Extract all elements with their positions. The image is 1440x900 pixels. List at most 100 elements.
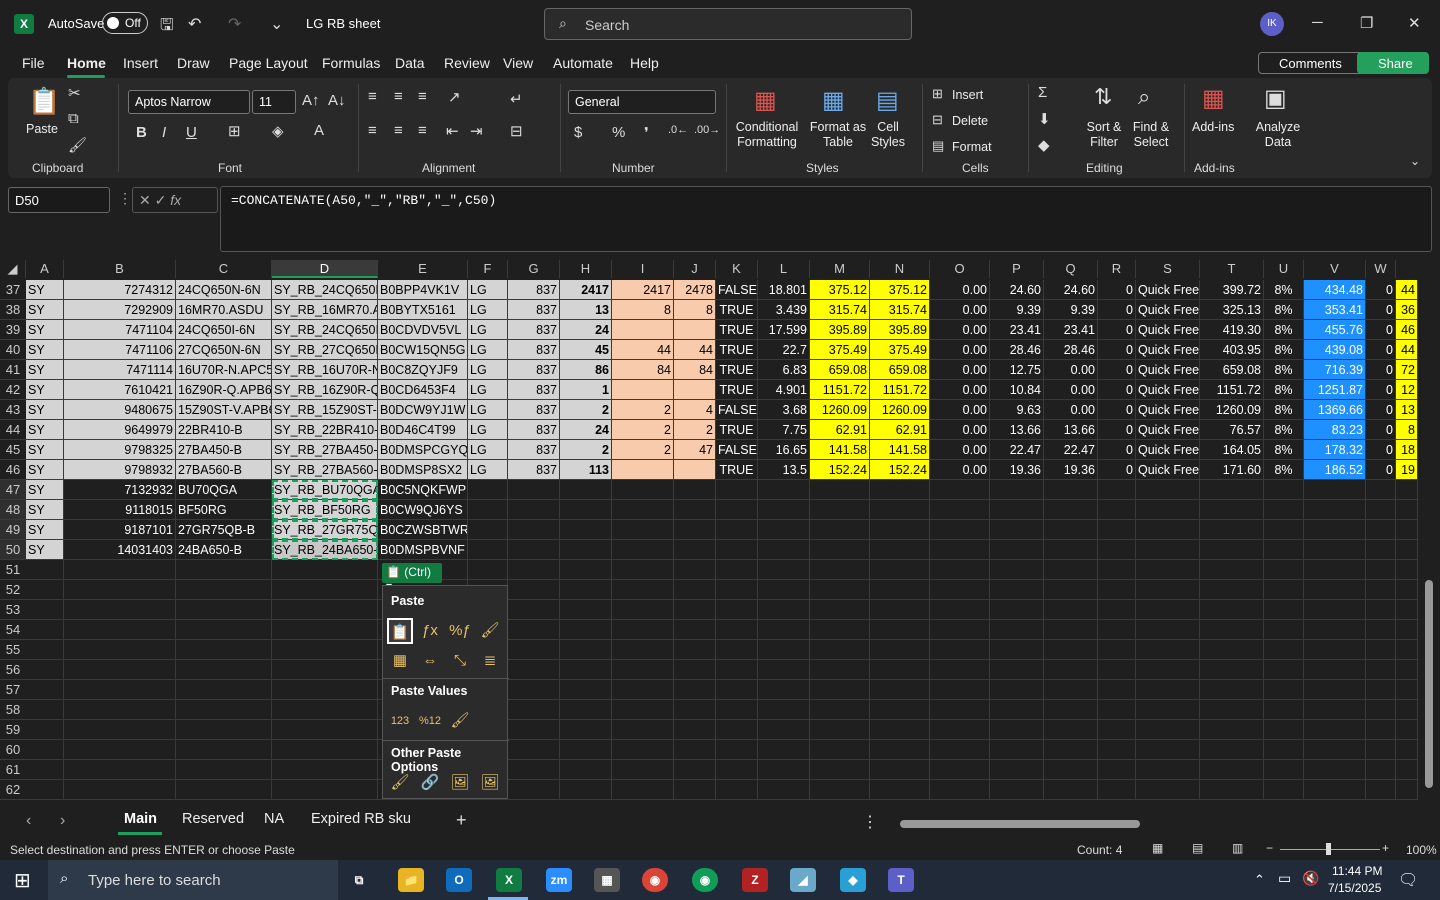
- cell-n38[interactable]: 315.74: [870, 300, 930, 320]
- cell-e45[interactable]: B0DMSPCGYQ: [378, 440, 468, 460]
- cell-p45[interactable]: 22.47: [990, 440, 1044, 460]
- merge-center-icon[interactable]: ⊟: [510, 122, 523, 140]
- cell-a55[interactable]: [26, 640, 64, 660]
- filezilla-icon[interactable]: Z: [742, 868, 768, 892]
- cell-u49[interactable]: [1264, 520, 1304, 540]
- cell-k52[interactable]: [716, 580, 758, 600]
- cell-q55[interactable]: [1044, 640, 1098, 660]
- cell-q47[interactable]: [1044, 480, 1098, 500]
- cell-p54[interactable]: [990, 620, 1044, 640]
- cell-t56[interactable]: [1200, 660, 1264, 680]
- cell-h40[interactable]: 45: [560, 340, 612, 360]
- cell-g54[interactable]: [508, 620, 560, 640]
- cell-n58[interactable]: [870, 700, 930, 720]
- redo-icon[interactable]: ↷: [228, 14, 241, 34]
- cell-l40[interactable]: 22.7: [758, 340, 810, 360]
- row-header[interactable]: 40: [0, 340, 26, 360]
- column-header-i[interactable]: I: [612, 260, 674, 278]
- decrease-decimal-icon[interactable]: .00→: [694, 124, 720, 136]
- cell-d40[interactable]: SY_RB_27CQ650N: [272, 340, 378, 360]
- paste-column-widths-icon[interactable]: ⇔: [417, 648, 443, 674]
- cell-v62[interactable]: [1304, 780, 1366, 800]
- cell-j40[interactable]: 44: [674, 340, 716, 360]
- cell-n46[interactable]: 152.24: [870, 460, 930, 480]
- horizontal-scrollbar[interactable]: [886, 818, 1418, 830]
- cell-p56[interactable]: [990, 660, 1044, 680]
- cell-j56[interactable]: [674, 660, 716, 680]
- cell-m40[interactable]: 375.49: [810, 340, 870, 360]
- cell-q39[interactable]: 23.41: [1044, 320, 1098, 340]
- column-header-l[interactable]: L: [758, 260, 810, 278]
- cell-b42[interactable]: 7610421: [64, 380, 176, 400]
- cell-t57[interactable]: [1200, 680, 1264, 700]
- cell-j55[interactable]: [674, 640, 716, 660]
- minimize-icon[interactable]: ─: [1312, 14, 1323, 31]
- cell-r56[interactable]: [1098, 660, 1136, 680]
- cell-l52[interactable]: [758, 580, 810, 600]
- cell-c50[interactable]: 24BA650-B: [176, 540, 272, 560]
- search-box[interactable]: ⌕ Search: [544, 8, 912, 40]
- cell-q38[interactable]: 9.39: [1044, 300, 1098, 320]
- more-icon[interactable]: ⋮: [862, 812, 878, 832]
- cell-r50[interactable]: [1098, 540, 1136, 560]
- cell-i48[interactable]: [612, 500, 674, 520]
- cell-i62[interactable]: [612, 780, 674, 800]
- cell-a51[interactable]: [26, 560, 64, 580]
- paste-values-source-format-icon[interactable]: 🖌: [447, 708, 473, 734]
- cell-h47[interactable]: [560, 480, 612, 500]
- row-header[interactable]: 52: [0, 580, 26, 600]
- cell-m44[interactable]: 62.91: [810, 420, 870, 440]
- cell-n42[interactable]: 1151.72: [870, 380, 930, 400]
- cell-o57[interactable]: [930, 680, 990, 700]
- cell-b60[interactable]: [64, 740, 176, 760]
- cell-u43[interactable]: 8%: [1264, 400, 1304, 420]
- cell-e50[interactable]: B0DMSPBVNF: [378, 540, 468, 560]
- cell-g59[interactable]: [508, 720, 560, 740]
- cell-t43[interactable]: 1260.09: [1200, 400, 1264, 420]
- sort-filter-button[interactable]: Sort & Filter: [1082, 120, 1126, 150]
- cell-m45[interactable]: 141.58: [810, 440, 870, 460]
- cell-b52[interactable]: [64, 580, 176, 600]
- cell-e43[interactable]: B0DCW9YJ1W: [378, 400, 468, 420]
- cell-h45[interactable]: 2: [560, 440, 612, 460]
- paste-button[interactable]: Paste: [26, 122, 58, 137]
- cell-b39[interactable]: 7471104: [64, 320, 176, 340]
- cell-u52[interactable]: [1264, 580, 1304, 600]
- delete-cells-button[interactable]: Delete: [952, 114, 988, 129]
- cell-b62[interactable]: [64, 780, 176, 800]
- cell-c41[interactable]: 16U70R-N.APC5: [176, 360, 272, 380]
- cell-g40[interactable]: 837: [508, 340, 560, 360]
- cell-k37[interactable]: FALSE: [716, 280, 758, 300]
- cell-m59[interactable]: [810, 720, 870, 740]
- paste-values-icon[interactable]: 123: [387, 708, 413, 734]
- cell-q51[interactable]: [1044, 560, 1098, 580]
- cell-f38[interactable]: LG: [468, 300, 508, 320]
- cell-p53[interactable]: [990, 600, 1044, 620]
- formula-buttons[interactable]: ✕ ✓ fx: [132, 187, 218, 213]
- increase-decimal-icon[interactable]: .0←: [668, 124, 688, 136]
- cell-e42[interactable]: B0CD6453F4: [378, 380, 468, 400]
- cell-q37[interactable]: 24.60: [1044, 280, 1098, 300]
- row-header[interactable]: 41: [0, 360, 26, 380]
- row-header[interactable]: 42: [0, 380, 26, 400]
- cell-l39[interactable]: 17.599: [758, 320, 810, 340]
- cell-r41[interactable]: 0: [1098, 360, 1136, 380]
- cell-m57[interactable]: [810, 680, 870, 700]
- cell-r59[interactable]: [1098, 720, 1136, 740]
- cell-r53[interactable]: [1098, 600, 1136, 620]
- cell-d51[interactable]: [272, 560, 378, 580]
- cell-h57[interactable]: [560, 680, 612, 700]
- cell-c38[interactable]: 16MR70.ASDU: [176, 300, 272, 320]
- cell-v45[interactable]: 178.32: [1304, 440, 1366, 460]
- cell-i44[interactable]: 2: [612, 420, 674, 440]
- cell-s41[interactable]: Quick Free: [1136, 360, 1200, 380]
- column-header-j[interactable]: J: [674, 260, 716, 278]
- find-select-button[interactable]: Find & Select: [1128, 120, 1174, 150]
- font-name-select[interactable]: Aptos Narrow: [128, 90, 250, 114]
- cell-s57[interactable]: [1136, 680, 1200, 700]
- autosave-toggle[interactable]: Off: [102, 12, 148, 34]
- cell-x55[interactable]: [1396, 640, 1418, 660]
- cell-q56[interactable]: [1044, 660, 1098, 680]
- cell-j38[interactable]: 8: [674, 300, 716, 320]
- cell-x51[interactable]: [1396, 560, 1418, 580]
